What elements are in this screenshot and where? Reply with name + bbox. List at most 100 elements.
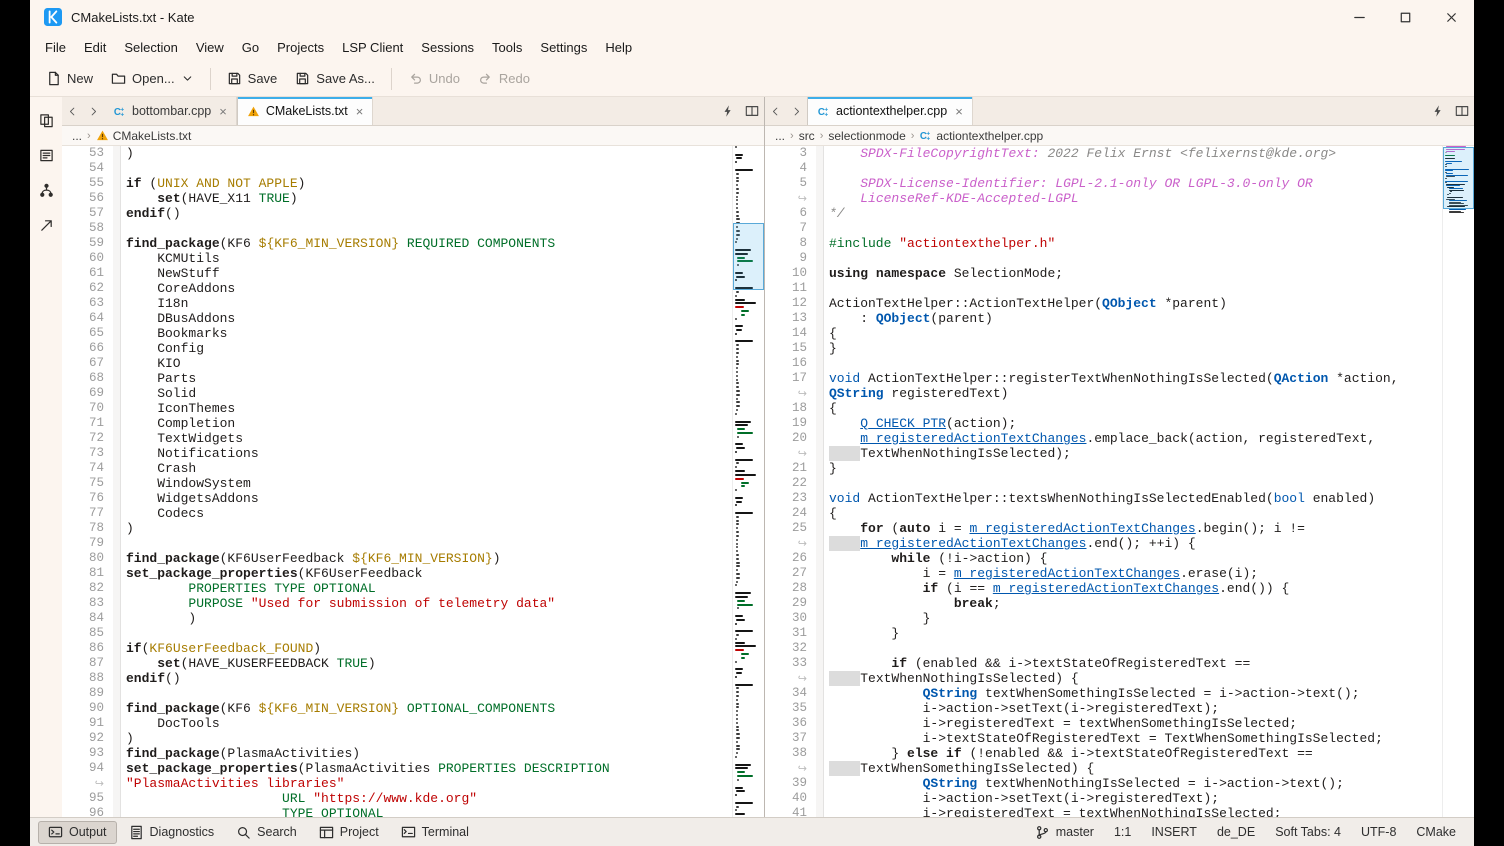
toolview-symbols-button[interactable] [35,214,57,236]
minimap-line [736,554,739,556]
code-area[interactable]: SPDX-FileCopyrightText: 2022 Felix Ernst… [824,146,1442,817]
code-line: using namespace SelectionMode; [829,266,1442,281]
chevron-left-icon [67,106,78,117]
statusbar-de-de[interactable]: de_DE [1207,822,1265,842]
code-line [829,161,1442,176]
minimize-button[interactable] [1336,0,1382,34]
new-button[interactable]: New [38,66,101,91]
redo-button[interactable]: Redo [470,66,538,91]
tab-scroll-right-button[interactable] [786,97,807,125]
line-number: 77 [62,506,104,521]
tab-actiontexthelper-cpp[interactable]: C++actiontexthelper.cpp× [807,97,973,125]
quick-open-button[interactable] [1426,97,1450,125]
split-view-button[interactable] [740,97,764,125]
code-line: while (!i->action) { [829,551,1442,566]
minimap-line [736,722,738,724]
toolview-documents-button[interactable] [35,109,57,131]
code-line: void ActionTextHelper::textsWhenNothingI… [829,491,1442,506]
line-number: 75 [62,476,104,491]
editor[interactable]: 5354555657585960616263646566676869707172… [62,146,764,817]
line-number: 25 [765,521,807,536]
minimap-line [735,169,753,171]
minimap-scrollbar[interactable] [732,146,764,817]
minimap-line [736,203,738,205]
toolview-git-button[interactable] [35,179,57,201]
minimap-line [735,794,737,796]
code-line: SPDX-License-Identifier: LGPL-2.1-only O… [829,176,1442,191]
minimap-line [735,592,751,594]
line-number: 38 [765,746,807,761]
statusbar-terminal-button[interactable]: Terminal [391,821,479,844]
line-number: 22 [765,476,807,491]
minimap-viewport[interactable] [733,223,764,290]
minimap-scrollbar[interactable] [1442,146,1474,817]
chevron-left-icon [770,106,781,117]
undo-button[interactable]: Undo [400,66,468,91]
tab-bottombar-cpp[interactable]: C++bottombar.cpp× [104,97,237,125]
line-number: 7 [765,221,807,236]
open-button[interactable]: Open... [103,66,202,91]
statusbar-project-button[interactable]: Project [309,821,389,844]
menu-view[interactable]: View [187,36,233,59]
statusbar-utf-8[interactable]: UTF-8 [1351,822,1406,842]
minimap-line [741,657,745,659]
menu-settings[interactable]: Settings [531,36,596,59]
tab-scroll-left-button[interactable] [62,97,83,125]
tab-close-icon[interactable]: × [219,105,227,118]
maximize-button[interactable] [1382,0,1428,34]
menu-edit[interactable]: Edit [75,36,115,59]
code-area[interactable]: )if (UNIX AND NOT APPLE) set(HAVE_X11 TR… [121,146,732,817]
tab-cmakelists-txt[interactable]: CMakeLists.txt× [237,97,374,125]
line-number: 70 [62,401,104,416]
breadcrumb-selectionmode[interactable]: selectionmode [828,129,905,143]
minimap-line [735,295,737,297]
statusbar-search-button[interactable]: Search [226,821,307,844]
breadcrumb-src[interactable]: src [799,129,815,143]
close-button[interactable] [1428,0,1474,34]
statusbar-output-button[interactable]: Output [38,821,117,844]
tab-close-icon[interactable]: × [955,105,963,118]
editor[interactable]: 345↪67891011121314151617↪181920↪21222324… [765,146,1474,817]
breadcrumb-root[interactable]: ... [72,129,82,143]
split-view-button[interactable] [1450,97,1474,125]
line-number: 31 [765,626,807,641]
code-line: break; [829,596,1442,611]
statusbar-insert[interactable]: INSERT [1141,822,1207,842]
toolview-filesystem-button[interactable] [35,144,57,166]
menu-projects[interactable]: Projects [268,36,333,59]
toolbar-separator [391,68,392,90]
minimap-viewport[interactable] [1443,147,1474,209]
menu-sessions[interactable]: Sessions [412,36,483,59]
save-as-button[interactable]: Save As... [287,66,383,91]
menu-file[interactable]: File [36,36,75,59]
tab-close-icon[interactable]: × [356,105,364,118]
minimap-line [736,199,738,201]
statusbar-master[interactable]: master [1025,822,1104,843]
status-views: OutputDiagnosticsSearchProjectTerminal [38,821,479,844]
code-line: KCMUtils [126,251,732,266]
breadcrumb-actiontexthelper-cpp[interactable]: C++actiontexthelper.cpp [919,129,1043,143]
tab-label: actiontexthelper.cpp [836,104,947,118]
menu-tools[interactable]: Tools [483,36,531,59]
git-icon [39,183,54,198]
minimap-line [1449,209,1467,210]
statusbar-soft-tabs-4[interactable]: Soft Tabs: 4 [1265,822,1351,842]
tab-scroll-right-button[interactable] [83,97,104,125]
statusbar-cmake[interactable]: CMake [1406,822,1466,842]
menu-selection[interactable]: Selection [115,36,186,59]
menu-lsp-client[interactable]: LSP Client [333,36,412,59]
save-button[interactable]: Save [219,66,286,91]
code-line: } else if (!enabled && i->textStateOfReg… [829,746,1442,761]
breadcrumb-cmakelists-txt[interactable]: CMakeLists.txt [96,129,192,143]
menu-go[interactable]: Go [233,36,268,59]
menu-help[interactable]: Help [596,36,641,59]
tab-scroll-left-button[interactable] [765,97,786,125]
statusbar-1-1[interactable]: 1:1 [1104,822,1141,842]
line-number: 81 [62,566,104,581]
minimap-line [736,619,745,621]
code-line: ) [126,521,732,536]
minimap-line [736,710,738,712]
statusbar-diagnostics-button[interactable]: Diagnostics [119,821,225,844]
breadcrumb-root[interactable]: ... [775,129,785,143]
quick-open-button[interactable] [716,97,740,125]
